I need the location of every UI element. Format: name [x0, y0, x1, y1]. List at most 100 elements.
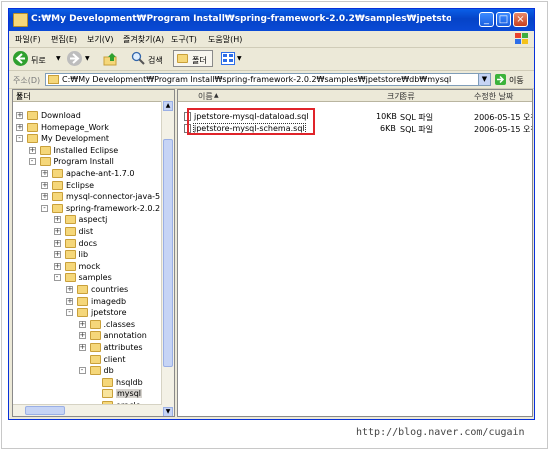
collapse-icon[interactable]: -: [66, 309, 73, 317]
minimize-button[interactable]: _: [479, 12, 494, 27]
search-button-label[interactable]: 검색: [148, 55, 163, 66]
tree-item[interactable]: + Installed Eclipse: [13, 145, 163, 156]
tree-item[interactable]: + .classes: [13, 319, 163, 330]
menu-edit[interactable]: 편집(E): [51, 34, 77, 45]
address-field[interactable]: C:₩My Development₩Program Install₩spring…: [45, 73, 491, 86]
tree-item[interactable]: - samples: [13, 272, 163, 283]
tree-item-label: spring-framework-2.0.2: [66, 203, 161, 213]
tree-item[interactable]: - Program Install: [13, 156, 163, 167]
back-arrow-icon[interactable]: [13, 51, 28, 66]
tree-item[interactable]: - db: [13, 365, 163, 376]
folder-icon: [64, 238, 76, 248]
expand-icon[interactable]: +: [41, 170, 48, 177]
expand-icon[interactable]: +: [53, 262, 61, 270]
tree-item[interactable]: + dist: [13, 226, 163, 237]
expand-icon[interactable]: +: [78, 332, 86, 340]
tree-horizontal-scrollbar[interactable]: [13, 404, 162, 416]
tree-item[interactable]: + countries: [13, 284, 163, 295]
collapse-icon[interactable]: -: [41, 204, 48, 212]
address-dropdown-icon[interactable]: ▼: [478, 74, 490, 85]
column-name[interactable]: 이름: [198, 91, 213, 102]
expand-icon[interactable]: +: [41, 193, 48, 201]
tree-item-label: lib: [78, 250, 89, 260]
tree-item[interactable]: + imagedb: [13, 296, 163, 307]
tree-item[interactable]: - My Development: [13, 133, 163, 144]
tree-scroll-thumb[interactable]: [163, 139, 173, 367]
collapse-icon[interactable]: -: [78, 367, 86, 375]
menu-file[interactable]: 파일(F): [15, 34, 41, 45]
expand-icon[interactable]: +: [66, 297, 73, 305]
window-title: C:₩My Development₩Program Install₩spring…: [31, 14, 451, 24]
folder-icon: [39, 145, 51, 155]
search-icon[interactable]: [131, 51, 145, 65]
go-arrow-icon[interactable]: [495, 74, 506, 85]
tree-item[interactable]: + aspectj: [13, 214, 163, 225]
back-button-label[interactable]: 뒤로: [31, 55, 46, 66]
tree-vertical-scrollbar[interactable]: ▲ ▼: [161, 101, 174, 416]
tree-hscroll-thumb[interactable]: [25, 406, 65, 415]
forward-dropdown-icon[interactable]: ▼: [85, 55, 90, 62]
tree-item[interactable]: + attributes: [13, 342, 163, 353]
forward-arrow-icon[interactable]: [67, 51, 82, 66]
menu-help[interactable]: 도움말(H): [208, 34, 242, 45]
folder-icon: [77, 296, 88, 306]
expand-icon[interactable]: +: [53, 216, 61, 224]
tree-item[interactable]: + mock: [13, 261, 163, 272]
expand-icon[interactable]: +: [53, 239, 61, 247]
expand-icon[interactable]: +: [78, 344, 86, 351]
scroll-up-icon[interactable]: ▲: [163, 101, 173, 111]
views-dropdown-icon[interactable]: ▼: [237, 55, 242, 62]
back-dropdown-icon[interactable]: ▼: [56, 55, 61, 62]
tree-item[interactable]: + Eclipse: [13, 180, 163, 191]
tree-item-label: mysql-connector-java-5: [66, 192, 161, 202]
menu-tools[interactable]: 도구(T): [171, 34, 197, 45]
menu-view[interactable]: 보기(V): [87, 34, 113, 45]
tree-item[interactable]: + docs: [13, 238, 163, 249]
tree-item[interactable]: mysql: [13, 388, 163, 399]
up-folder-icon[interactable]: [103, 51, 119, 67]
expand-icon[interactable]: +: [53, 228, 61, 235]
folder-icon: [89, 343, 101, 352]
expand-icon[interactable]: +: [66, 286, 73, 293]
tree-item[interactable]: + Homepage_Work: [13, 122, 163, 133]
close-button[interactable]: ×: [513, 12, 528, 27]
column-modified[interactable]: 수정한 날짜: [474, 91, 513, 102]
tree-item[interactable]: client: [13, 354, 163, 365]
column-type[interactable]: 종류: [400, 91, 415, 102]
maximize-button[interactable]: □: [496, 12, 511, 27]
expand-icon[interactable]: +: [16, 123, 23, 131]
tree-item[interactable]: hsqldb: [13, 377, 163, 388]
tree-item-label: Installed Eclipse: [53, 145, 119, 155]
title-bar[interactable]: C:₩My Development₩Program Install₩spring…: [9, 9, 534, 31]
folder-icon: [27, 122, 38, 132]
tree-item[interactable]: + Download: [13, 110, 163, 121]
expand-icon[interactable]: +: [53, 251, 61, 259]
folder-icon: [27, 111, 38, 120]
go-button-label[interactable]: 이동: [509, 75, 524, 86]
menu-favorites[interactable]: 즐겨찾기(A): [123, 34, 164, 45]
folders-button[interactable]: 폴더: [173, 50, 213, 67]
collapse-icon[interactable]: -: [28, 158, 36, 166]
blog-url-caption: http://blog.naver.com/cugain: [356, 427, 525, 438]
tree-item[interactable]: + mysql-connector-java-5: [13, 191, 163, 202]
tree-item-label: docs: [78, 238, 98, 248]
expand-icon[interactable]: +: [28, 146, 36, 154]
tree-item[interactable]: - spring-framework-2.0.2: [13, 203, 163, 214]
tree-item[interactable]: - jpetstore: [13, 307, 163, 318]
scroll-down-icon[interactable]: ▼: [163, 407, 173, 416]
collapse-icon[interactable]: -: [16, 135, 23, 143]
expand-icon[interactable]: +: [78, 320, 86, 328]
expand-icon[interactable]: +: [16, 112, 23, 119]
tree-item-label: My Development: [41, 134, 110, 144]
tree-item-label: Program Install: [53, 157, 114, 167]
collapse-icon[interactable]: -: [53, 274, 61, 282]
address-bar: 주소(D) C:₩My Development₩Program Install₩…: [9, 71, 534, 89]
expand-icon[interactable]: +: [41, 181, 48, 189]
close-pane-icon[interactable]: ×: [16, 91, 171, 100]
tree-item[interactable]: + annotation: [13, 330, 163, 341]
tree-item-label: mock: [78, 261, 101, 271]
tree-item[interactable]: + apache-ant-1.7.0: [13, 168, 163, 179]
tree-item[interactable]: + lib: [13, 249, 163, 260]
views-icon[interactable]: [221, 52, 235, 65]
folder-icon: [102, 389, 113, 399]
